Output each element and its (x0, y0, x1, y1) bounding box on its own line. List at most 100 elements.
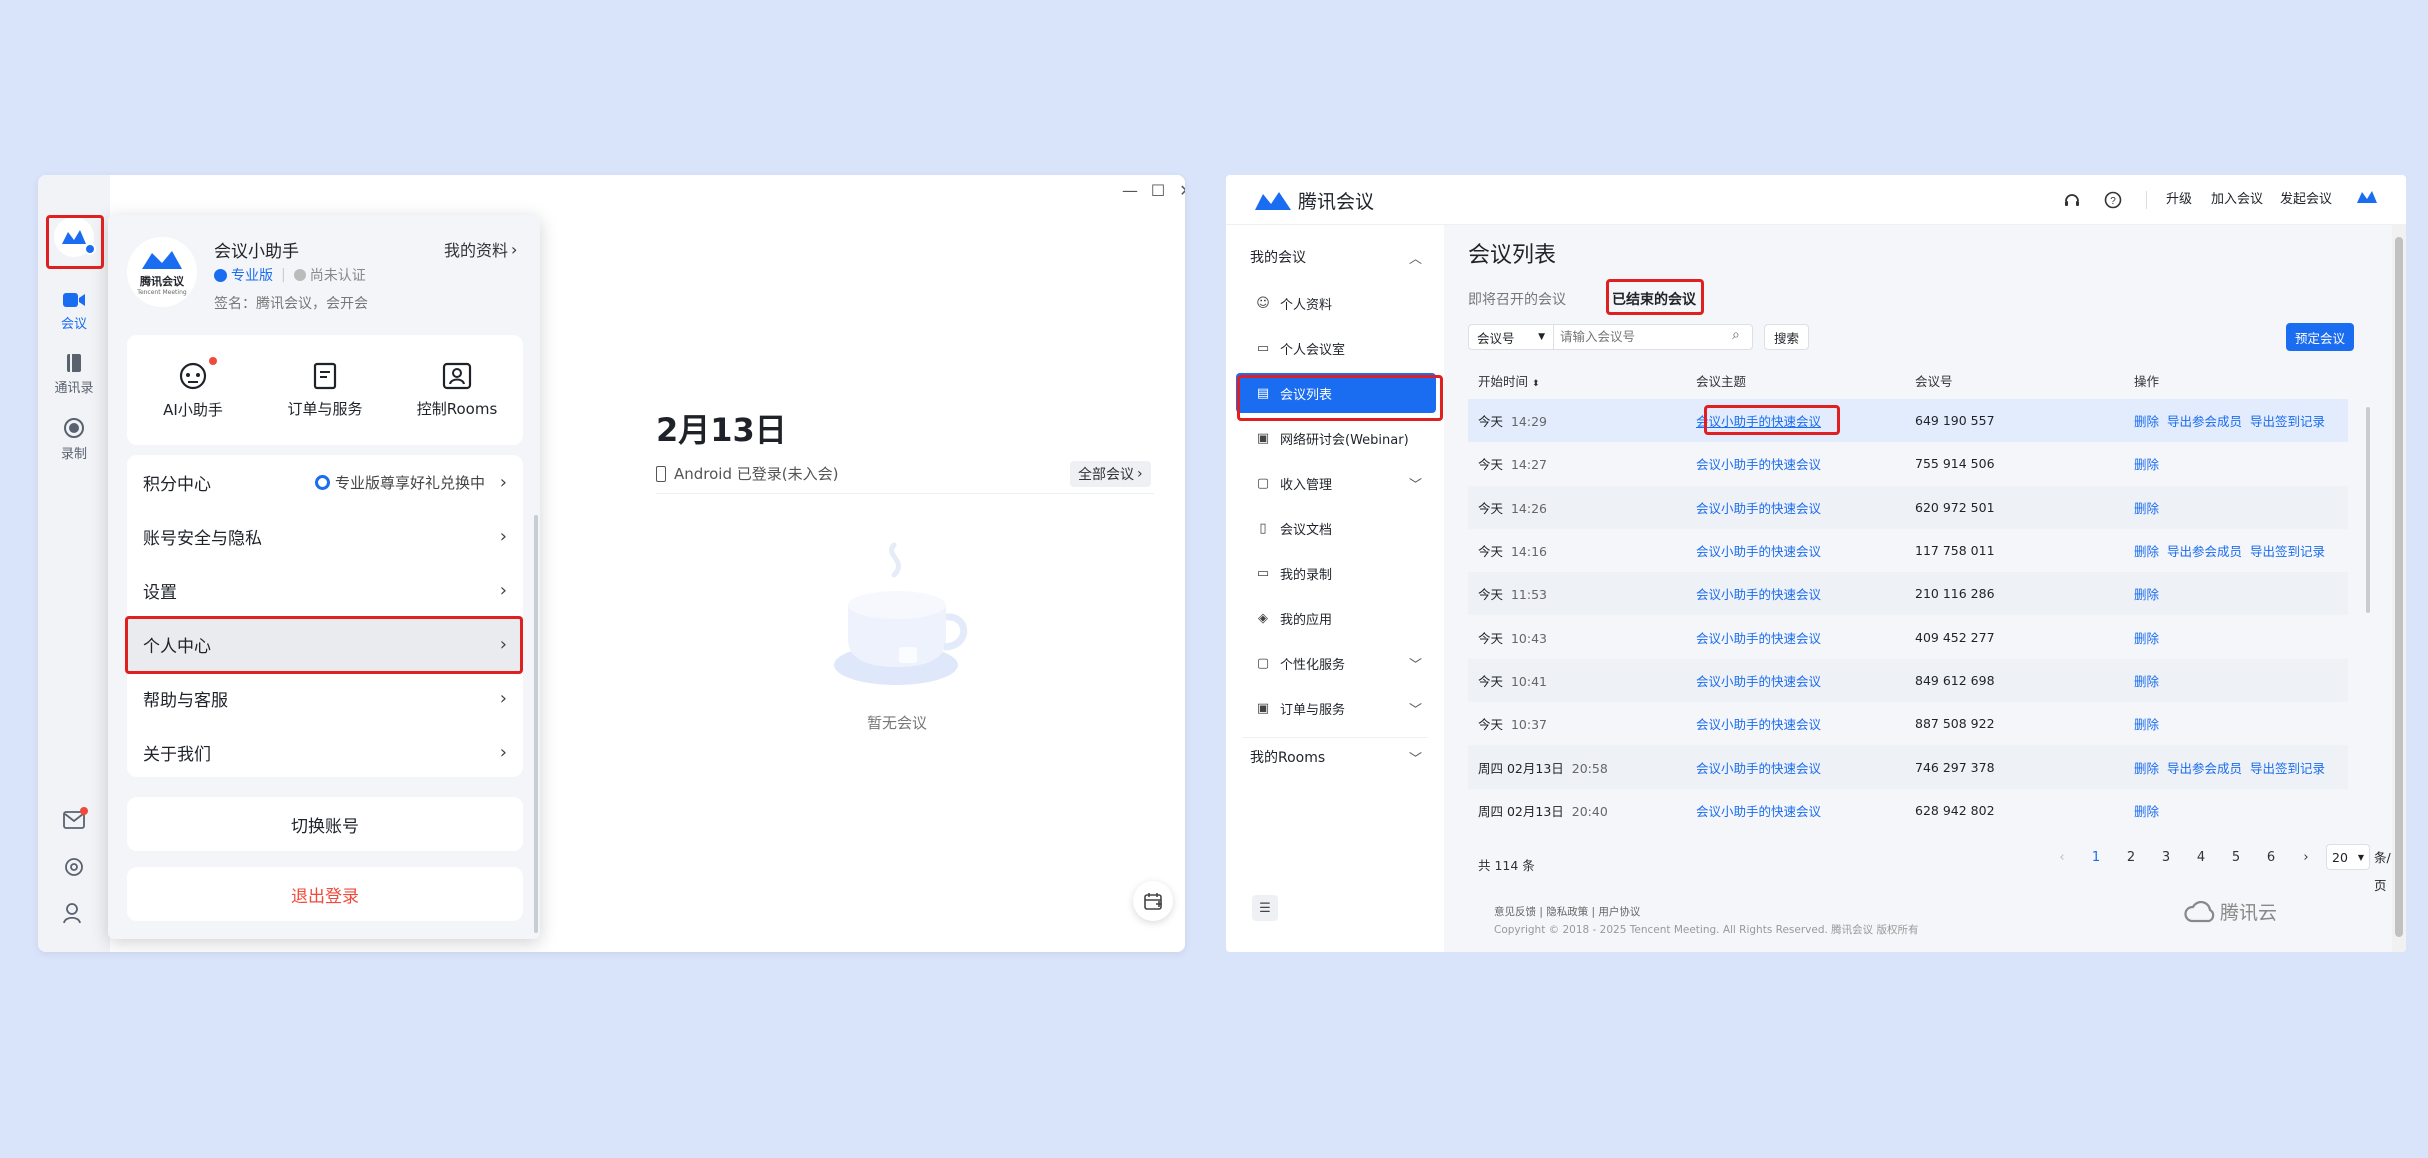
tab-upcoming[interactable]: 即将召开的会议 (1468, 289, 1566, 309)
meeting-topic-link[interactable]: 会议小助手的快速会议 (1696, 761, 1821, 776)
settings-button[interactable] (63, 856, 85, 882)
delete-link[interactable]: 删除 (2134, 501, 2159, 516)
page-2[interactable]: 2 (2119, 844, 2143, 872)
all-meetings-button[interactable]: 全部会议 › (1070, 461, 1151, 487)
profile-link[interactable]: 我的资料 › (444, 237, 517, 261)
delete-link[interactable]: 删除 (2134, 587, 2159, 602)
meeting-topic-link[interactable]: 会议小助手的快速会议 (1696, 674, 1821, 689)
rail-contacts[interactable]: 通讯录 (38, 353, 110, 396)
collapse-sidebar-button[interactable]: ☰ (1252, 895, 1278, 921)
sidebar-item-personal-room[interactable]: ▭ 个人会议室 (1236, 328, 1436, 368)
page-scrollbar-thumb[interactable] (2395, 237, 2403, 937)
delete-link[interactable]: 删除 (2134, 631, 2159, 646)
close-button[interactable]: ✕ (1174, 179, 1185, 203)
user-manage-button[interactable] (63, 902, 85, 928)
menu-about[interactable]: 关于我们 › (127, 725, 523, 779)
avatar-button[interactable] (54, 217, 96, 257)
next-page-button[interactable]: › (2294, 844, 2318, 872)
maximize-button[interactable]: ☐ (1146, 179, 1170, 203)
delete-link[interactable]: 删除 (2134, 544, 2159, 559)
tab-ended[interactable]: 已结束的会议 (1612, 289, 1696, 315)
monitor-icon: ▭ (1256, 340, 1270, 356)
delete-link[interactable]: 删除 (2134, 761, 2159, 776)
delete-link[interactable]: 删除 (2134, 804, 2159, 819)
start-time-cell: 今天 11:53 (1468, 572, 1686, 616)
menu-help[interactable]: 帮助与客服 › (127, 671, 523, 725)
nav-upgrade[interactable]: 升级 (2166, 175, 2192, 225)
quick-rooms[interactable]: 控制Rooms (391, 335, 523, 445)
book-meeting-button[interactable]: 预定会议 (2286, 323, 2355, 351)
support-button[interactable] (2063, 191, 2081, 213)
nav-start-meeting[interactable]: 发起会议 (2280, 175, 2332, 225)
sidebar-item-webinar[interactable]: ▣ 网络研讨会(Webinar) (1236, 418, 1436, 458)
meeting-topic-link[interactable]: 会议小助手的快速会议 (1696, 587, 1821, 602)
delete-link[interactable]: 删除 (2134, 674, 2159, 689)
coffee-cup-icon (834, 542, 968, 685)
rail-record[interactable]: 录制 (38, 417, 110, 462)
meeting-id-search-input[interactable] (1553, 324, 1753, 350)
schedule-button[interactable] (1133, 881, 1173, 921)
sidebar-item-meeting-list[interactable]: ▤ 会议列表 (1236, 373, 1436, 413)
sidebar-item-apps[interactable]: ◈ 我的应用 (1236, 598, 1436, 638)
menu-account-security[interactable]: 账号安全与隐私 › (127, 509, 523, 563)
mail-button[interactable] (63, 807, 88, 833)
topic-cell: 会议小助手的快速会议 (1686, 658, 1905, 703)
delete-link[interactable]: 删除 (2134, 457, 2159, 472)
sidebar-item-personalization[interactable]: ▢ 个性化服务 ﹀ (1236, 643, 1436, 683)
topic-cell: 会议小助手的快速会议 (1686, 702, 1905, 745)
sidebar-my-rooms[interactable]: 我的Rooms ﹀ (1236, 737, 1436, 777)
meeting-topic-link[interactable]: 会议小助手的快速会议 (1696, 631, 1821, 646)
gear-icon (65, 858, 83, 876)
popup-scrollbar[interactable] (534, 515, 538, 933)
export-members-link[interactable]: 导出参会成员 (2167, 414, 2242, 429)
export-members-link[interactable]: 导出参会成员 (2167, 544, 2242, 559)
export-signin-link[interactable]: 导出签到记录 (2250, 544, 2325, 559)
meeting-topic-link[interactable]: 会议小助手的快速会议 (1696, 804, 1821, 819)
menu-points-center[interactable]: 积分中心 专业版尊享好礼兑换中 › (127, 455, 523, 509)
sidebar-item-profile[interactable]: ☺ 个人资料 (1236, 283, 1436, 323)
quick-orders[interactable]: 订单与服务 (259, 335, 391, 445)
footer-links[interactable]: 意见反馈 | 隐私政策 | 用户协议 (1494, 904, 1640, 919)
export-signin-link[interactable]: 导出签到记录 (2250, 761, 2325, 776)
page-1[interactable]: 1 (2084, 844, 2108, 872)
minimize-button[interactable]: — (1118, 179, 1142, 203)
quick-ai-assistant[interactable]: AI小助手 (127, 335, 259, 445)
meeting-topic-link[interactable]: 会议小助手的快速会议 (1696, 457, 1821, 472)
nav-join-meeting[interactable]: 加入会议 (2211, 175, 2263, 225)
page-4[interactable]: 4 (2189, 844, 2213, 872)
meeting-topic-link[interactable]: 会议小助手的快速会议 (1696, 501, 1821, 516)
delete-link[interactable]: 删除 (2134, 414, 2159, 429)
page-6[interactable]: 6 (2259, 844, 2283, 872)
page-5[interactable]: 5 (2224, 844, 2248, 872)
meeting-topic-link[interactable]: 会议小助手的快速会议 (1696, 414, 1821, 429)
export-signin-link[interactable]: 导出签到记录 (2250, 414, 2325, 429)
user-avatar[interactable] (2356, 189, 2378, 211)
delete-link[interactable]: 删除 (2134, 717, 2159, 732)
search-type-select[interactable]: 会议号 ▼ (1468, 324, 1554, 350)
tier-badge[interactable]: 专业版 (231, 265, 273, 285)
calendar-add-icon (1144, 893, 1162, 910)
page-3[interactable]: 3 (2154, 844, 2178, 872)
menu-settings[interactable]: 设置 › (127, 563, 523, 617)
search-icon: ⌕ (1732, 327, 1740, 343)
menu-personal-center[interactable]: 个人中心 › (127, 617, 523, 671)
meeting-topic-link[interactable]: 会议小助手的快速会议 (1696, 717, 1821, 732)
help-button[interactable]: ? (2104, 191, 2122, 213)
page-size-select[interactable]: 20 ▼ (2326, 844, 2370, 870)
sidebar-my-meetings[interactable]: 我的会议 ︿ (1236, 237, 1436, 277)
table-scrollbar[interactable] (2366, 407, 2370, 613)
export-members-link[interactable]: 导出参会成员 (2167, 761, 2242, 776)
sidebar-item-orders[interactable]: ▣ 订单与服务 ﹀ (1236, 688, 1436, 728)
verify-status[interactable]: 尚未认证 (310, 265, 366, 285)
switch-account-button[interactable]: 切换账号 (127, 797, 523, 851)
sidebar-item-docs[interactable]: ▯ 会议文档 (1236, 508, 1436, 548)
sidebar-item-income[interactable]: ▢ 收入管理 ﹀ (1236, 463, 1436, 503)
col-start-time[interactable]: 开始时间 ⬍ (1468, 361, 1686, 399)
search-button[interactable]: 搜索 (1764, 324, 1810, 350)
sidebar-item-recordings[interactable]: ▭ 我的录制 (1236, 553, 1436, 593)
rail-meeting[interactable]: 会议 (38, 291, 110, 332)
logout-button[interactable]: 退出登录 (127, 867, 523, 921)
prev-page-button[interactable]: ‹ (2050, 844, 2074, 872)
brand[interactable]: 腾讯会议 (1254, 187, 1374, 214)
meeting-topic-link[interactable]: 会议小助手的快速会议 (1696, 544, 1821, 559)
